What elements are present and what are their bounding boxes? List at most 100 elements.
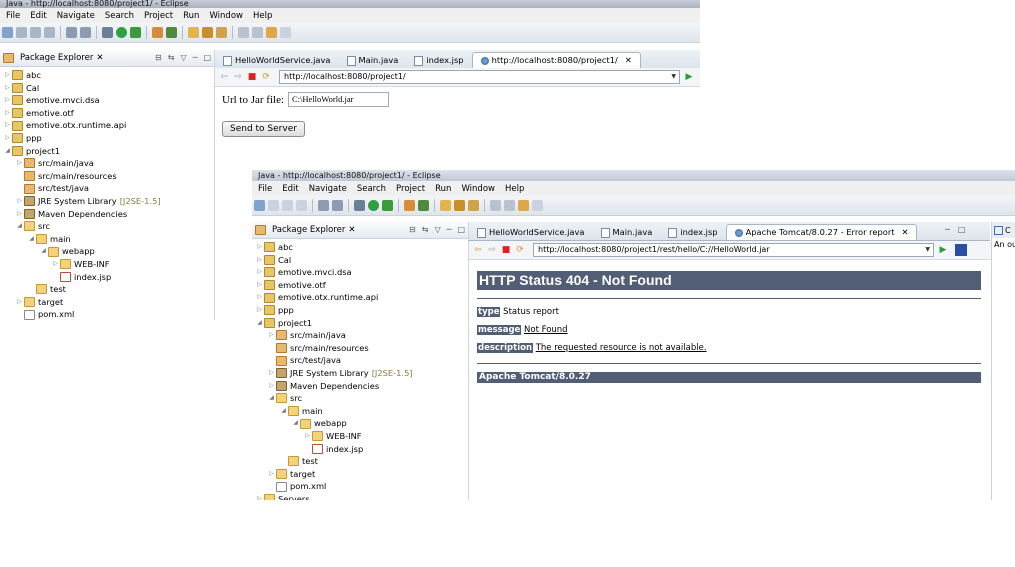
maximize-icon[interactable]: □ [457, 225, 465, 234]
tree-item[interactable]: ▷ JRE System Library [J2SE-1.5] [252, 367, 468, 380]
editor-tab[interactable]: index.jsp [406, 53, 471, 68]
view-menu-icon[interactable]: ▽ [434, 225, 440, 234]
tree-item[interactable]: ◢ webapp [252, 417, 468, 430]
editor-tab[interactable]: Apache Tomcat/8.0.27 - Error report ✕ [725, 224, 918, 240]
minimize-icon[interactable]: ─ [447, 225, 452, 234]
menu-project[interactable]: Project [139, 11, 178, 21]
collapsed-arrow-icon[interactable]: ▷ [267, 380, 276, 393]
tree-item[interactable]: ◢ webapp [0, 245, 214, 258]
tree-item[interactable]: ▷ emotive.otx.runtime.api [0, 119, 214, 132]
editor-tab[interactable]: Main.java [593, 225, 661, 240]
collapsed-arrow-icon[interactable]: ▷ [3, 94, 12, 107]
skip-breakpoints-icon[interactable] [80, 27, 91, 38]
tree-item[interactable]: ▷ src/main/java [252, 329, 468, 342]
menu-window[interactable]: Window [456, 184, 500, 194]
tree-item[interactable]: ▷ Maven Dependencies [252, 380, 468, 393]
menu-file[interactable]: File [1, 11, 25, 21]
menu-navigate[interactable]: Navigate [304, 184, 352, 194]
back-icon[interactable] [266, 27, 277, 38]
chevron-down-icon[interactable]: ▼ [925, 244, 930, 256]
back-arrow-icon[interactable]: ⇦ [219, 72, 229, 82]
jar-url-input[interactable]: C:\HelloWorld.jar [288, 92, 390, 107]
collapsed-arrow-icon[interactable]: ▷ [255, 254, 264, 267]
tree-item[interactable]: ▷ target [0, 296, 214, 309]
collapsed-arrow-icon[interactable]: ▷ [15, 157, 24, 170]
refresh-icon[interactable]: ⟳ [515, 245, 525, 255]
collapsed-arrow-icon[interactable]: ▷ [303, 430, 312, 443]
tree-item[interactable]: ◢ project1 [252, 317, 468, 330]
tree-item[interactable]: src/test/java [252, 354, 468, 367]
collapsed-arrow-icon[interactable]: ▷ [15, 208, 24, 221]
tree-item[interactable]: ▷ Maven Dependencies [0, 208, 214, 221]
tree-item[interactable]: ◢ main [0, 233, 214, 246]
save-icon[interactable] [16, 27, 27, 38]
collapsed-arrow-icon[interactable]: ▷ [255, 241, 264, 254]
prev-annotation-icon[interactable] [252, 27, 263, 38]
collapsed-arrow-icon[interactable]: ▷ [3, 119, 12, 132]
new-class-icon[interactable] [418, 200, 429, 211]
tree-item[interactable]: ▷ ppp [0, 132, 214, 145]
tree-item[interactable]: ▷ target [252, 468, 468, 481]
view-menu-icon[interactable]: ▽ [180, 53, 186, 62]
maximize-icon[interactable]: □ [958, 225, 966, 234]
new-icon[interactable] [2, 27, 13, 38]
collapsed-arrow-icon[interactable]: ▷ [3, 69, 12, 82]
external-tools-icon[interactable] [130, 27, 141, 38]
expanded-arrow-icon[interactable]: ◢ [15, 220, 24, 233]
back-arrow-icon[interactable]: ⇦ [473, 245, 483, 255]
forward-icon[interactable] [280, 27, 291, 38]
editor-tab[interactable]: HelloWorldService.java [215, 53, 339, 68]
expanded-arrow-icon[interactable]: ◢ [27, 233, 36, 246]
collapsed-arrow-icon[interactable]: ▷ [255, 266, 264, 279]
chevron-down-icon[interactable]: ▼ [671, 71, 676, 83]
collapsed-arrow-icon[interactable]: ▷ [267, 468, 276, 481]
tree-item[interactable]: ▷ abc [252, 241, 468, 254]
tree-item[interactable]: ▷ emotive.otf [0, 107, 214, 120]
tree-item[interactable]: test [252, 455, 468, 468]
close-icon[interactable]: ✕ [625, 53, 632, 68]
new-package-icon[interactable] [152, 27, 163, 38]
stop-icon[interactable]: ■ [501, 245, 511, 255]
menu-help[interactable]: Help [248, 11, 277, 21]
tree-item[interactable]: src/main/resources [252, 342, 468, 355]
collapsed-arrow-icon[interactable]: ▷ [3, 107, 12, 120]
collapsed-arrow-icon[interactable]: ▷ [51, 258, 60, 271]
save-icon[interactable] [268, 200, 279, 211]
expanded-arrow-icon[interactable]: ◢ [279, 405, 288, 418]
package-explorer-tab[interactable]: Package Explorer ✕ ⊟ ⇆ ▽ ─ □ [0, 50, 214, 67]
url-bar[interactable]: http://localhost:8080/project1/ ▼ [279, 70, 680, 84]
menu-project[interactable]: Project [391, 184, 430, 194]
editor-tab[interactable]: HelloWorldService.java [469, 225, 593, 240]
collapsed-arrow-icon[interactable]: ▷ [3, 82, 12, 95]
console-icon[interactable] [66, 27, 77, 38]
next-annotation-icon[interactable] [238, 27, 249, 38]
editor-tab[interactable]: http://localhost:8080/project1/ ✕ [471, 52, 641, 68]
go-icon[interactable]: ▶ [684, 72, 694, 82]
close-icon[interactable]: ✕ [348, 225, 355, 235]
skip-breakpoints-icon[interactable] [332, 200, 343, 211]
open-type-icon[interactable] [440, 200, 451, 211]
menu-run[interactable]: Run [430, 184, 456, 194]
save-all-icon[interactable] [282, 200, 293, 211]
collapse-all-icon[interactable]: ⊟ [409, 225, 416, 234]
tree-item[interactable]: src/test/java [0, 182, 214, 195]
menu-search[interactable]: Search [352, 184, 391, 194]
run-icon[interactable] [368, 200, 379, 211]
collapsed-arrow-icon[interactable]: ▷ [255, 291, 264, 304]
collapsed-arrow-icon[interactable]: ▷ [267, 329, 276, 342]
tree-item[interactable]: ◢ main [252, 405, 468, 418]
tree-item[interactable]: ◢ src [0, 220, 214, 233]
open-type-icon[interactable] [188, 27, 199, 38]
tree-item[interactable]: ▷ Cal [252, 254, 468, 267]
console-icon[interactable] [318, 200, 329, 211]
menu-window[interactable]: Window [204, 11, 248, 21]
editor-tab[interactable]: index.jsp [660, 225, 725, 240]
tree-item[interactable]: ▷ Servers [252, 493, 468, 500]
menu-navigate[interactable]: Navigate [52, 11, 100, 21]
tree-item[interactable]: ▷ emotive.otx.runtime.api [252, 291, 468, 304]
side-panel-tab[interactable]: C [1005, 226, 1011, 235]
refresh-icon[interactable]: ⟳ [261, 72, 271, 82]
forward-icon[interactable] [532, 200, 543, 211]
tree-item[interactable]: pom.xml [0, 308, 214, 320]
print-icon[interactable] [296, 200, 307, 211]
